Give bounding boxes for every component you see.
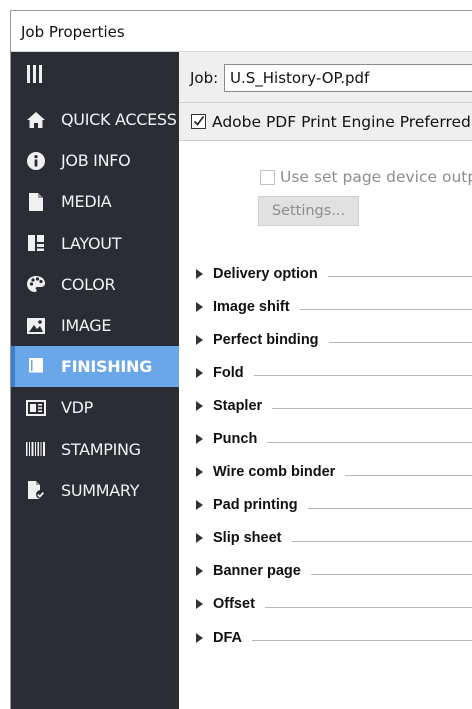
image-icon [25, 315, 47, 337]
expand-triangle-icon [196, 467, 203, 478]
sidebar-item-label: SUMMARY [61, 480, 140, 500]
section-slip-sheet[interactable]: Slip sheet [179, 522, 472, 555]
sidebar-item-label: JOB INFO [61, 151, 131, 171]
expand-triangle-icon [196, 632, 203, 643]
sidebar-item-stamping[interactable]: STAMPING [11, 429, 179, 470]
expand-triangle-icon [196, 301, 203, 312]
section-punch[interactable]: Punch [179, 422, 472, 455]
sidebar-item-label: LAYOUT [61, 233, 122, 253]
sidebar-item-media[interactable]: MEDIA [11, 181, 179, 222]
section-stapler[interactable]: Stapler [179, 389, 472, 422]
sidebar-item-label: COLOR [61, 274, 116, 294]
section-divider [299, 309, 472, 311]
info-icon [25, 150, 47, 172]
expand-triangle-icon [196, 400, 203, 411]
document-icon [25, 191, 47, 213]
section-label: Offset [213, 596, 255, 613]
section-divider [291, 540, 472, 542]
pdf-engine-label: Adobe PDF Print Engine Preferred [212, 113, 471, 131]
section-label: Perfect binding [213, 331, 319, 348]
settings-button[interactable]: Settings... [258, 196, 359, 226]
section-label: Wire comb binder [213, 464, 336, 481]
job-row: Job: U.S_History-OP.pdf [179, 52, 472, 103]
job-properties-window: Job Properties QUICK ACCESS JOB INFO MED… [10, 10, 472, 709]
section-label: Fold [213, 364, 244, 381]
section-divider [307, 507, 472, 509]
expand-triangle-icon [196, 434, 203, 445]
section-divider [328, 342, 472, 344]
vdp-icon [25, 397, 47, 419]
sidebar-item-image[interactable]: IMAGE [11, 305, 179, 346]
section-banner-page[interactable]: Banner page [179, 555, 472, 588]
pdf-engine-row: Adobe PDF Print Engine Preferred [179, 103, 472, 141]
section-label: Slip sheet [213, 530, 282, 547]
sidebar-item-label: MEDIA [61, 192, 112, 212]
expand-triangle-icon [196, 566, 203, 577]
layout-icon [25, 232, 47, 254]
sidebar: QUICK ACCESS JOB INFO MEDIA LAYOUT COLOR… [11, 52, 179, 709]
expand-triangle-icon [196, 500, 203, 511]
sidebar-item-label: FINISHING [61, 357, 152, 377]
sidebar-nav: QUICK ACCESS JOB INFO MEDIA LAYOUT COLOR… [11, 99, 179, 511]
section-delivery-option[interactable]: Delivery option [179, 257, 472, 290]
main-panel: Job: U.S_History-OP.pdf Adobe PDF Print … [179, 52, 472, 709]
section-label: DFA [213, 629, 242, 646]
sidebar-item-label: VDP [61, 398, 94, 418]
section-label: Punch [213, 431, 258, 448]
section-divider [345, 474, 472, 476]
job-label: Job: [190, 69, 219, 87]
section-offset[interactable]: Offset [179, 588, 472, 621]
section-divider [272, 408, 472, 410]
sidebar-item-summary[interactable]: SUMMARY [11, 470, 179, 511]
sidebar-item-label: STAMPING [61, 439, 141, 459]
title-bar: Job Properties [11, 11, 472, 52]
section-perfect-binding[interactable]: Perfect binding [179, 323, 472, 356]
sidebar-item-label: IMAGE [61, 316, 112, 336]
section-pad-printing[interactable]: Pad printing [179, 489, 472, 522]
sidebar-item-color[interactable]: COLOR [11, 264, 179, 305]
sidebar-item-quick-access[interactable]: QUICK ACCESS [11, 99, 179, 140]
job-name-field[interactable]: U.S_History-OP.pdf [224, 64, 472, 92]
menu-icon[interactable] [27, 63, 47, 83]
section-label: Image shift [213, 298, 290, 315]
finishing-sections: Delivery option Image shift Perfect bind… [179, 257, 472, 654]
section-divider [267, 441, 472, 443]
section-divider [252, 640, 472, 642]
section-label: Banner page [213, 563, 301, 580]
section-wire-comb-binder[interactable]: Wire comb binder [179, 456, 472, 489]
section-label: Pad printing [213, 497, 298, 514]
section-divider [264, 606, 472, 608]
expand-triangle-icon [196, 268, 203, 279]
barcode-icon [25, 438, 47, 460]
section-label: Delivery option [213, 265, 318, 282]
checkmark-icon [193, 116, 205, 126]
expand-triangle-icon [196, 533, 203, 544]
summary-doc-icon [25, 479, 47, 501]
sidebar-item-job-info[interactable]: JOB INFO [11, 140, 179, 181]
device-output-label: Use set page device output [280, 168, 472, 186]
section-label: Stapler [213, 397, 263, 414]
sidebar-item-label: QUICK ACCESS [61, 110, 177, 130]
expand-triangle-icon [196, 599, 203, 610]
expand-triangle-icon [196, 367, 203, 378]
section-image-shift[interactable]: Image shift [179, 290, 472, 323]
sidebar-item-finishing[interactable]: FINISHING [11, 346, 179, 388]
sidebar-item-layout[interactable]: LAYOUT [11, 223, 179, 264]
expand-triangle-icon [196, 334, 203, 345]
device-output-checkbox[interactable] [260, 170, 275, 185]
home-icon [25, 109, 47, 131]
window-title: Job Properties [21, 23, 125, 41]
section-divider [310, 573, 472, 575]
palette-icon [25, 273, 47, 295]
sidebar-item-vdp[interactable]: VDP [11, 387, 179, 428]
section-fold[interactable]: Fold [179, 356, 472, 389]
section-dfa[interactable]: DFA [179, 621, 472, 654]
pdf-engine-checkbox[interactable] [191, 114, 206, 129]
section-divider [253, 375, 472, 377]
section-divider [327, 276, 472, 278]
book-icon [25, 356, 47, 378]
